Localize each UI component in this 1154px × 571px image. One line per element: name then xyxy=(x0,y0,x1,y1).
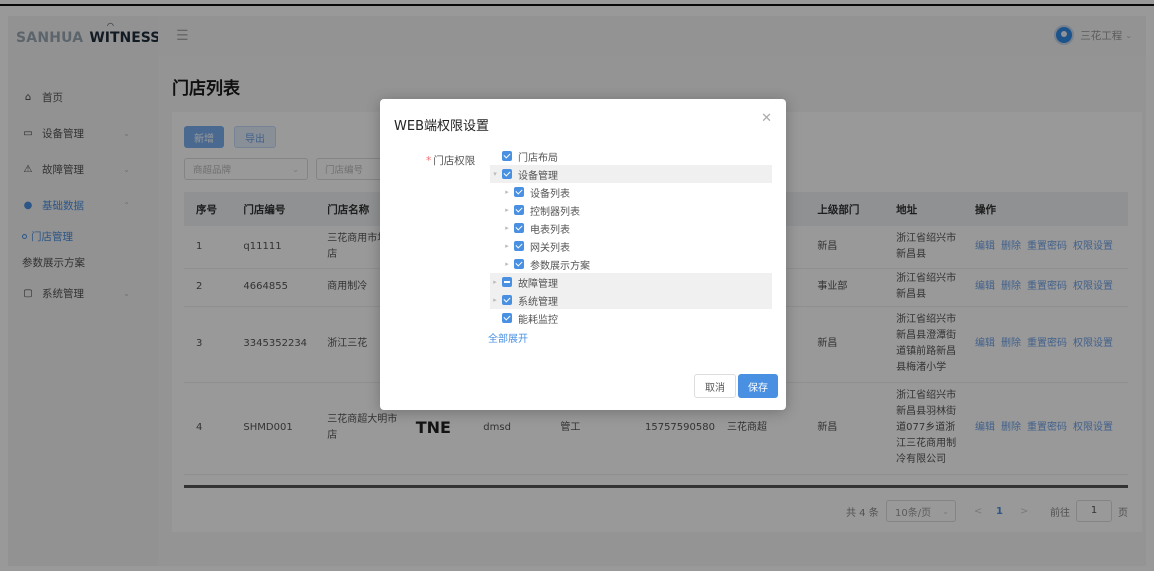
tree-node-label: 设备列表 xyxy=(530,188,570,200)
tree-node[interactable]: ▸ 网关列表 xyxy=(490,237,772,255)
caret-right-icon[interactable]: ▸ xyxy=(502,188,512,196)
tree-checkbox[interactable] xyxy=(514,241,524,251)
caret-right-icon[interactable]: ▸ xyxy=(502,260,512,268)
tree-node[interactable]: 能耗监控 xyxy=(490,309,772,327)
tree-node-label: 故障管理 xyxy=(518,278,558,290)
caret-right-icon[interactable]: ▸ xyxy=(502,206,512,214)
tree-node[interactable]: ▸ 故障管理 xyxy=(490,273,772,291)
tree-node-label: 门店布局 xyxy=(518,152,558,164)
caret-right-icon[interactable]: ▸ xyxy=(490,296,500,304)
tree-node[interactable]: ▾ 设备管理 xyxy=(490,165,772,183)
caret-right-icon[interactable]: ▸ xyxy=(502,224,512,232)
tree-checkbox[interactable] xyxy=(514,205,524,215)
tree-checkbox[interactable] xyxy=(502,277,512,287)
tree-node[interactable]: ▸ 控制器列表 xyxy=(490,201,772,219)
tree-node-label: 网关列表 xyxy=(530,242,570,254)
caret-right-icon[interactable]: ▸ xyxy=(490,278,500,286)
cancel-button[interactable]: 取消 xyxy=(694,374,736,398)
tree-checkbox[interactable] xyxy=(514,223,524,233)
required-mark: * xyxy=(426,155,432,167)
tree-node[interactable]: 门店布局 xyxy=(490,147,772,165)
store-permission-label: * 门店权限 xyxy=(426,155,476,167)
tree-checkbox[interactable] xyxy=(502,151,512,161)
tree-node[interactable]: ▸ 系统管理 xyxy=(490,291,772,309)
tree-node[interactable]: ▸ 参数展示方案 xyxy=(490,255,772,273)
tree-checkbox[interactable] xyxy=(502,295,512,305)
caret-down-icon[interactable]: ▾ xyxy=(490,170,500,178)
expand-all-link[interactable]: 全部展开 xyxy=(488,330,528,345)
tree-checkbox[interactable] xyxy=(502,313,512,323)
tree-checkbox[interactable] xyxy=(502,169,512,179)
close-icon[interactable]: ✕ xyxy=(761,111,772,126)
tree-node-label: 参数展示方案 xyxy=(530,260,590,272)
permission-dialog: WEB端权限设置 ✕ * 门店权限 门店布局 ▾ 设备管理 ▸ 设备列表 ▸ 控制器列表 ▸ 电表… xyxy=(380,99,786,410)
tree-checkbox[interactable] xyxy=(514,187,524,197)
tree-node-label: 电表列表 xyxy=(530,224,570,236)
tree-node-label: 系统管理 xyxy=(518,296,558,308)
tree-node[interactable]: ▸ 电表列表 xyxy=(490,219,772,237)
save-button[interactable]: 保存 xyxy=(738,374,778,398)
dialog-title: WEB端权限设置 xyxy=(394,119,489,134)
tree-node-label: 控制器列表 xyxy=(530,206,580,218)
tree-node-label: 能耗监控 xyxy=(518,314,558,326)
tree-checkbox[interactable] xyxy=(514,259,524,269)
caret-right-icon[interactable]: ▸ xyxy=(502,242,512,250)
tree-node-label: 设备管理 xyxy=(518,170,558,182)
permission-tree: 门店布局 ▾ 设备管理 ▸ 设备列表 ▸ 控制器列表 ▸ 电表列表 ▸ 网关列表 ▸ 参数展示方案 ▸ 故障… xyxy=(490,147,772,327)
tree-node[interactable]: ▸ 设备列表 xyxy=(490,183,772,201)
